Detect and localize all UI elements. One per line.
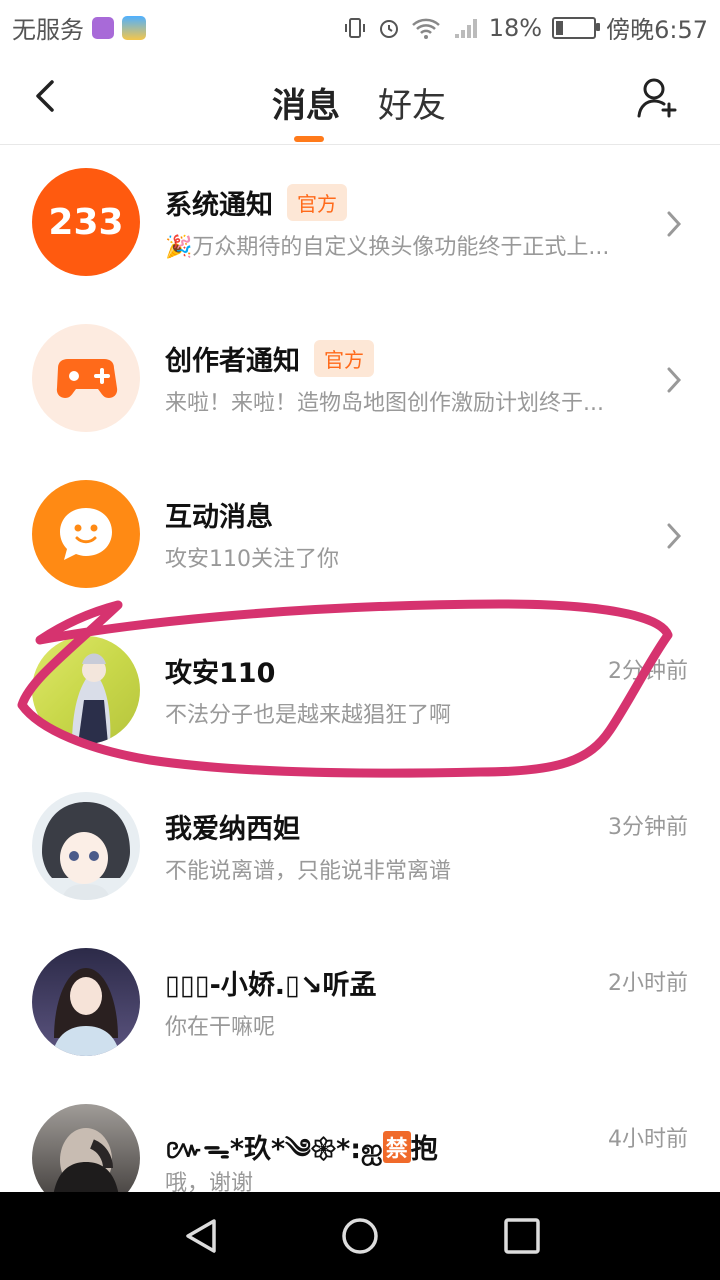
vibrate-icon	[344, 17, 365, 38]
item-title: 互动消息	[165, 502, 273, 533]
avatar	[32, 636, 140, 744]
title-text: 系统通知	[165, 190, 273, 221]
chevron-right-icon	[667, 523, 682, 549]
wifi-icon	[411, 18, 440, 39]
list-item-chat[interactable]: 攻安110 不法分子也是越来越猖狂了啊 2分钟前	[0, 613, 720, 769]
title-text: ៚ᯓ*玖*༄𑁍*:ஐ	[165, 1134, 383, 1165]
item-title: 系统通知 官方	[165, 183, 347, 222]
list-item-creator-notice[interactable]: 创作者通知 官方 来啦！来啦！造物岛地图创作激励计划终于...	[0, 301, 720, 457]
chevron-right-icon	[667, 367, 682, 393]
system-nav-bar	[0, 1192, 720, 1280]
item-preview: 来啦！来啦！造物岛地图创作激励计划终于...	[165, 391, 604, 416]
nav-home-icon[interactable]	[340, 1216, 380, 1256]
item-preview: 攻安110关注了你	[165, 547, 339, 572]
top-bar: 消息 好友	[0, 50, 720, 145]
tab-friends[interactable]: 好友	[378, 78, 446, 127]
item-title: 我爱纳西妲	[165, 814, 300, 845]
official-badge: 官方	[314, 340, 374, 377]
avatar	[32, 948, 140, 1056]
list-item-chat[interactable]: ▯▯▯-小娇.▯↘听孟 你在干嘛呢 2小时前	[0, 925, 720, 1081]
233-logo-icon: 233	[32, 168, 140, 276]
title-suffix: 抱	[410, 1134, 438, 1165]
battery-icon	[552, 16, 601, 39]
title-text: 创作者通知	[165, 346, 300, 377]
back-arrow-icon[interactable]	[30, 74, 66, 118]
item-preview: 不法分子也是越来越猖狂了啊	[165, 703, 452, 728]
avatar-logo-text: 233	[48, 202, 123, 243]
add-friend-icon[interactable]	[634, 74, 680, 120]
status-bar: 无服务 18% 傍晚6:57	[0, 0, 720, 50]
banned-badge: 禁	[382, 1131, 411, 1163]
item-preview: 不能说离谱，只能说非常离谱	[165, 859, 452, 884]
list-item-interactions[interactable]: 互动消息 攻安110关注了你	[0, 457, 720, 613]
clock: 傍晚6:57	[606, 16, 708, 44]
item-title: 攻安110	[165, 658, 276, 689]
gallery-app-icon	[92, 16, 114, 39]
item-time: 2小时前	[608, 971, 688, 996]
battery-percent: 18%	[488, 13, 543, 42]
nav-recents-icon[interactable]	[502, 1216, 542, 1256]
chevron-right-icon	[667, 211, 682, 237]
official-badge: 官方	[287, 184, 347, 221]
item-title: 创作者通知 官方	[165, 339, 374, 378]
item-time: 3分钟前	[608, 815, 688, 840]
list-item-system-notice[interactable]: 233 系统通知 官方 🎉万众期待的自定义换头像功能终于正式上...	[0, 145, 720, 301]
signal-icon	[454, 18, 477, 38]
item-preview: 你在干嘛呢	[165, 1015, 276, 1040]
item-title: ▯▯▯-小娇.▯↘听孟	[165, 970, 377, 1001]
active-tab-indicator	[294, 136, 324, 142]
item-preview: 🎉万众期待的自定义换头像功能终于正式上...	[165, 235, 610, 260]
item-time: 4小时前	[608, 1127, 688, 1152]
item-time: 2分钟前	[608, 659, 688, 684]
gamepad-plus-icon	[32, 324, 140, 432]
game-app-icon	[122, 15, 146, 40]
chat-bubble-smile-icon	[32, 480, 140, 588]
list-item-chat[interactable]: 我爱纳西妲 不能说离谱，只能说非常离谱 3分钟前	[0, 769, 720, 925]
carrier-label: 无服务	[12, 16, 84, 44]
nav-back-icon[interactable]	[182, 1216, 222, 1256]
tab-messages[interactable]: 消息	[272, 78, 340, 127]
alarm-icon	[379, 19, 398, 38]
avatar	[32, 792, 140, 900]
